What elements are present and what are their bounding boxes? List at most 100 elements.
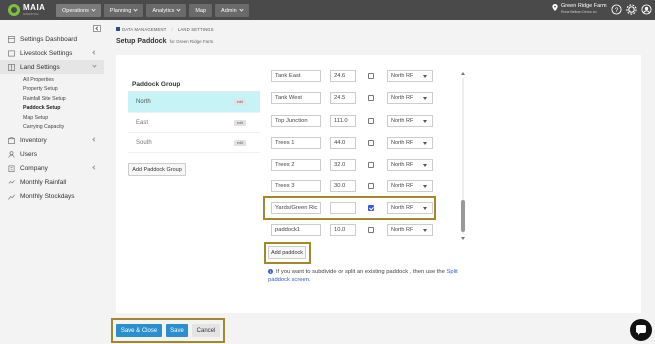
- collapse-sidebar-button[interactable]: [93, 25, 101, 32]
- paddock-group-value: North RF: [391, 183, 414, 189]
- nav-map[interactable]: Map: [189, 4, 213, 17]
- dropdown-caret-icon: [423, 164, 427, 167]
- add-paddock-group-button[interactable]: Add Paddock Group: [128, 163, 186, 176]
- sidebar-item-label: Monthly Rainfall: [20, 178, 67, 186]
- nav-planning[interactable]: Planning: [103, 4, 144, 17]
- paddock-area-input[interactable]: 24.6: [330, 70, 356, 82]
- dropdown-caret-icon: [423, 97, 427, 100]
- nav-planning-label: Planning: [109, 7, 132, 14]
- paddock-checkbox[interactable]: [368, 73, 374, 79]
- paddock-checkbox[interactable]: [368, 227, 374, 233]
- table-row: Trees 2 32.0 North RF: [262, 159, 462, 179]
- scroll-up-icon[interactable]: [461, 72, 465, 75]
- paddock-name-input[interactable]: Trees 2: [271, 159, 321, 171]
- paddock-checkbox[interactable]: [368, 95, 374, 101]
- paddock-name-input[interactable]: Tank East: [271, 70, 321, 82]
- main-nav: Operations Planning Analytics Map Admin: [56, 4, 249, 17]
- sidebar-item-label: Livestock Settings: [20, 49, 73, 57]
- paddock-name-input[interactable]: Trees 1: [271, 137, 321, 149]
- maia-logo-mark: [8, 4, 20, 16]
- nav-admin[interactable]: Admin: [215, 4, 249, 17]
- svg-text:?: ?: [615, 7, 619, 14]
- paddock-name-input[interactable]: paddock1: [271, 224, 321, 236]
- breadcrumb-land-settings[interactable]: LAND SETTINGS: [178, 27, 214, 32]
- chat-widget-icon[interactable]: [630, 319, 652, 341]
- sidebar-sub-property-setup[interactable]: Property Setup: [23, 86, 58, 92]
- scroll-down-icon[interactable]: [461, 237, 465, 240]
- paddock-group-name: East: [136, 119, 149, 126]
- brand-tagline: GRAZING: [23, 12, 39, 16]
- sidebar-sub-map-setup[interactable]: Map Setup: [23, 115, 48, 121]
- paddock-group-value: North RF: [391, 162, 414, 168]
- scroll-thumb[interactable]: [461, 200, 465, 232]
- paddock-group-select[interactable]: North RF: [387, 137, 433, 149]
- chevron-left-icon: [92, 137, 97, 142]
- paddock-checkbox[interactable]: [368, 183, 374, 189]
- edit-group-button[interactable]: edit: [233, 119, 246, 126]
- paddock-checkbox[interactable]: [368, 118, 374, 124]
- breadcrumb: DATA MANAGEMENT / LAND SETTINGS: [116, 27, 214, 32]
- paddock-group-row[interactable]: South edit: [128, 133, 260, 153]
- nav-admin-label: Admin: [221, 7, 237, 14]
- paddock-name-input[interactable]: Tank West: [271, 92, 321, 104]
- paddock-group-select[interactable]: North RF: [387, 159, 433, 171]
- sidebar-item-monthly-rainfall[interactable]: Monthly Rainfall: [8, 177, 100, 187]
- farm-selector[interactable]: Green Ridge Farm Rona Beltran Demo co: [552, 3, 607, 15]
- breadcrumb-data-management[interactable]: DATA MANAGEMENT: [122, 27, 167, 32]
- nav-map-label: Map: [195, 7, 207, 14]
- paddock-group-select[interactable]: North RF: [387, 180, 433, 192]
- sidebar-sub-paddock-setup[interactable]: Paddock Setup: [23, 105, 60, 111]
- rainfall-icon: [8, 179, 15, 184]
- paddock-area-input[interactable]: 30.0: [330, 180, 356, 192]
- paddock-group-row[interactable]: North edit: [128, 92, 260, 113]
- sidebar-item-company[interactable]: Company: [8, 163, 100, 173]
- paddock-group-value: North RF: [391, 140, 414, 146]
- paddock-name-input[interactable]: Trees 3: [271, 180, 321, 192]
- help-icon[interactable]: ?: [611, 4, 622, 15]
- paddock-group-value: North RF: [391, 73, 414, 79]
- paddock-name-input[interactable]: Top Junction: [271, 115, 321, 127]
- paddock-group-select[interactable]: North RF: [387, 115, 433, 127]
- sidebar-item-monthly-stockdays[interactable]: Monthly Stockdays: [8, 191, 100, 201]
- sidebar-sub-all-properties[interactable]: All Properties: [23, 77, 54, 83]
- sidebar-sub-rainfall-site-setup[interactable]: Rainfall Site Setup: [23, 96, 66, 102]
- paddock-checkbox[interactable]: [368, 140, 374, 146]
- paddock-group-select[interactable]: North RF: [387, 70, 433, 82]
- paddock-area-input[interactable]: 24.5: [330, 92, 356, 104]
- sidebar-item-settings-dashboard[interactable]: Settings Dashboard: [8, 34, 100, 44]
- paddock-group-select[interactable]: North RF: [387, 92, 433, 104]
- sidebar-item-livestock-settings[interactable]: Livestock Settings: [8, 48, 100, 58]
- sidebar-item-land-settings[interactable]: Land Settings: [8, 62, 100, 72]
- table-row: paddock1 10.0 North RF: [262, 224, 462, 240]
- paddock-area-input[interactable]: 111.0: [330, 115, 356, 127]
- nav-analytics[interactable]: Analytics: [146, 4, 187, 17]
- sidebar-item-label: Users: [20, 150, 37, 158]
- paddock-checkbox[interactable]: [368, 162, 374, 168]
- split-paddock-info: i If you want to subdivide or split an ex…: [268, 268, 468, 284]
- land-icon: [8, 63, 15, 71]
- edit-group-button[interactable]: edit: [233, 99, 246, 105]
- paddock-group-select[interactable]: North RF: [387, 224, 433, 236]
- edit-group-button[interactable]: edit: [233, 139, 246, 146]
- nav-operations[interactable]: Operations: [56, 4, 101, 17]
- highlight-footer-buttons: [111, 318, 225, 343]
- chevron-left-icon: [92, 165, 97, 170]
- paddock-area-input[interactable]: 44.0: [330, 137, 356, 149]
- paddock-table-scrollbar[interactable]: [460, 72, 466, 240]
- gear-icon[interactable]: [626, 4, 637, 15]
- sidebar-item-users[interactable]: Users: [8, 149, 100, 159]
- highlight-add-paddock: [264, 242, 311, 264]
- chevron-down-icon: [176, 7, 181, 12]
- paddock-area-input[interactable]: 32.0: [330, 159, 356, 171]
- sidebar-sub-carrying-capacity[interactable]: Carrying Capacity: [23, 124, 64, 130]
- sidebar-item-label: Monthly Stockdays: [20, 192, 75, 200]
- sidebar-item-inventory[interactable]: Inventory: [8, 135, 100, 145]
- maia-logo[interactable]: MAIA GRAZING: [8, 2, 45, 18]
- page-title-text: Setup Paddock: [116, 38, 167, 45]
- paddock-group-row[interactable]: East edit: [128, 113, 260, 133]
- users-icon: [8, 150, 15, 158]
- paddock-area-input[interactable]: 10.0: [330, 224, 356, 236]
- user-icon[interactable]: [641, 4, 652, 15]
- chevron-down-icon: [133, 7, 138, 12]
- paddock-group-name: North: [136, 99, 151, 105]
